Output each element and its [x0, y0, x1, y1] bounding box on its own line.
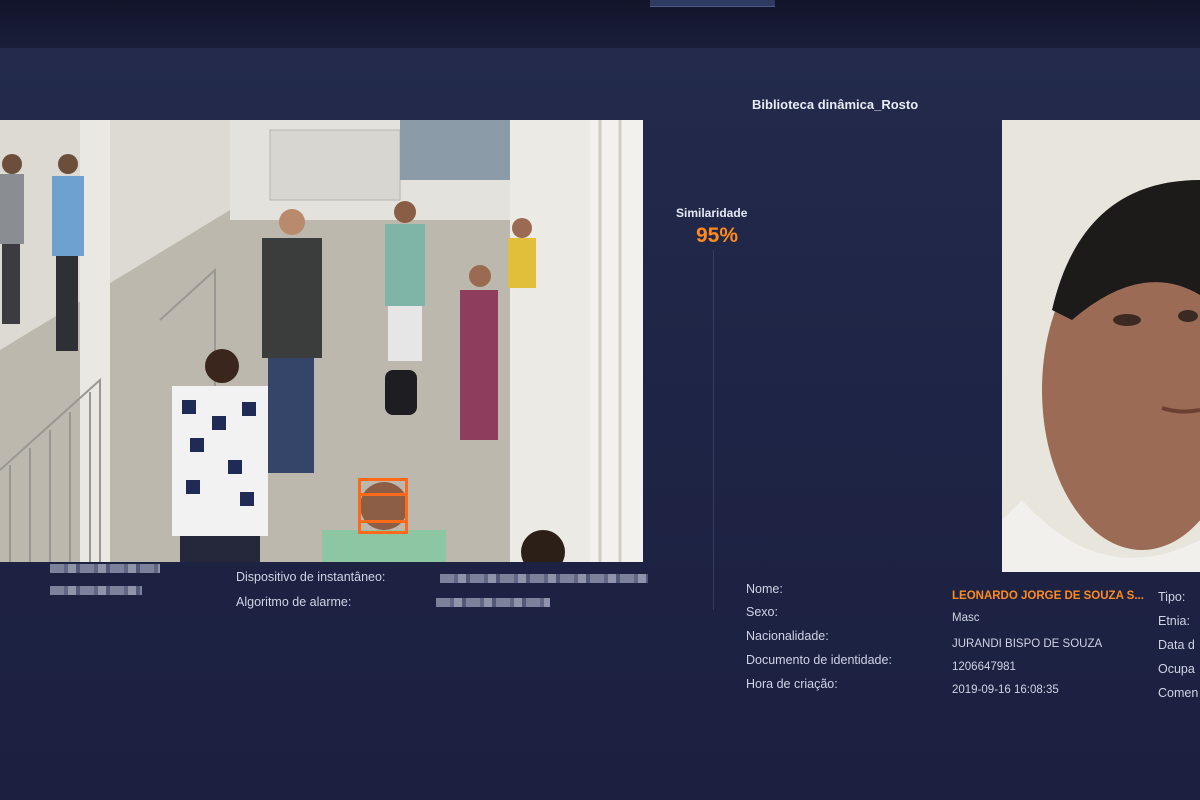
library-face-photo[interactable]	[1002, 120, 1200, 572]
algorithm-label: Algoritmo de alarme:	[236, 595, 352, 609]
date-label: Data d	[1158, 638, 1195, 652]
device-label: Dispositivo de instantâneo:	[236, 570, 386, 584]
id-document-label: Documento de identidade:	[746, 653, 892, 667]
created-time-value: 2019-09-16 16:08:35	[952, 684, 1059, 696]
type-label: Tipo:	[1158, 590, 1186, 604]
similarity-label: Similaridade	[676, 206, 748, 220]
occupation-label: Ocupa	[1158, 662, 1195, 676]
name-value: LEONARDO JORGE DE SOUZA S...	[952, 590, 1144, 602]
redacted-text	[50, 586, 142, 595]
nationality-value: JURANDI BISPO DE SOUZA	[952, 638, 1103, 650]
redacted-algorithm-value	[436, 598, 550, 607]
bezel-indicator	[650, 0, 775, 7]
face-photo-image	[1002, 120, 1200, 572]
panel-divider	[713, 250, 714, 610]
monitor-bezel	[0, 0, 1200, 48]
name-label: Nome:	[746, 582, 783, 596]
sex-label: Sexo:	[746, 605, 778, 619]
redacted-device-value	[440, 574, 648, 583]
face-detection-box	[358, 478, 408, 534]
library-title: Biblioteca dinâmica_Rosto	[752, 97, 919, 112]
redacted-text	[50, 564, 160, 573]
camera-snapshot[interactable]	[0, 120, 643, 562]
ethnicity-label: Etnia:	[1158, 614, 1190, 628]
similarity-value: 95%	[696, 224, 739, 247]
nationality-label: Nacionalidade:	[746, 629, 829, 643]
id-document-value: 1206647981	[952, 661, 1016, 673]
snapshot-scene	[0, 120, 643, 562]
comment-label: Comen	[1158, 686, 1199, 700]
sex-value: Masc	[952, 612, 980, 624]
created-time-label: Hora de criação:	[746, 677, 838, 691]
